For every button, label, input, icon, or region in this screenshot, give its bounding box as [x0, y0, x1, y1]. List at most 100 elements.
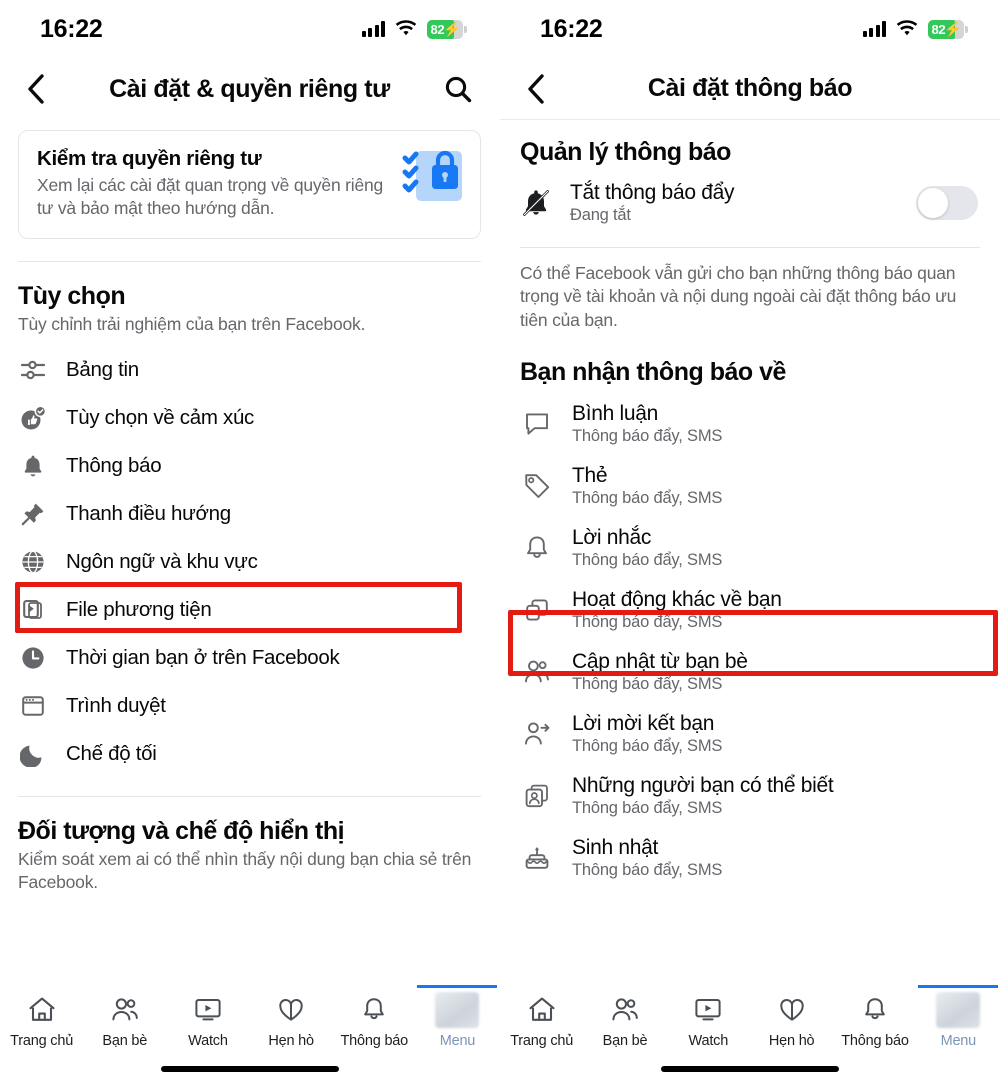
audience-title: Đối tượng và chế độ hiển thị — [18, 817, 345, 846]
dual-screenshot-container: 16:22 82 ⚡ Cài đặt & quyền riêng tư Kiểm… — [0, 0, 1000, 1082]
list-item-text: Lời nhắc Thông báo đẩy, SMS — [572, 526, 722, 570]
tab-label: Thông báo — [841, 1033, 909, 1049]
active-tab-indicator — [918, 985, 999, 988]
left-page-title: Cài đặt & quyền riêng tư — [109, 74, 390, 103]
tab-label: Bạn bè — [102, 1033, 148, 1049]
tab-home[interactable]: Trang chủ — [0, 993, 83, 1049]
tab-label: Bạn bè — [602, 1033, 648, 1049]
list-item-text: Cập nhật từ bạn bè Thông báo đẩy, SMS — [572, 650, 748, 694]
tab-menu[interactable]: Menu — [416, 985, 499, 1049]
right-nav-bar: Cài đặt thông báo — [500, 58, 1000, 120]
battery-percent-label: 82 — [430, 21, 445, 37]
tab-friends[interactable]: Bạn bè — [83, 993, 166, 1049]
sidebar-item-media-files[interactable]: File phương tiện — [0, 586, 499, 634]
preferences-title: Tùy chọn — [18, 282, 126, 311]
list-item-subtitle: Thông báo đẩy, SMS — [572, 861, 723, 880]
tab-dating[interactable]: Hẹn hò — [250, 993, 333, 1049]
mute-push-title: Tắt thông báo đẩy — [570, 181, 735, 204]
sidebar-item-notifications[interactable]: Thông báo — [0, 442, 499, 490]
wifi-icon — [395, 20, 417, 36]
search-button[interactable] — [443, 74, 473, 104]
sidebar-item-reaction-preferences[interactable]: Tùy chọn về cảm xúc — [0, 394, 499, 442]
status-time: 16:22 — [40, 14, 103, 43]
sidebar-item-language-region[interactable]: Ngôn ngữ và khu vực — [0, 538, 499, 586]
battery-charging-icon: 82 ⚡ — [928, 19, 968, 39]
mute-push-toggle[interactable] — [916, 186, 978, 220]
right-screen-notification-settings: 16:22 82 ⚡ Cài đặt thông báo Quản lý thô… — [500, 0, 1000, 1082]
sidebar-item-browser[interactable]: Trình duyệt — [0, 682, 499, 730]
tab-dating[interactable]: Hẹn hò — [750, 993, 833, 1049]
manage-notifications-title: Quản lý thông báo — [520, 138, 731, 166]
privacy-checkup-lock-icon — [402, 149, 466, 207]
status-indicators: 82 ⚡ — [862, 19, 968, 39]
birthday-cake-icon — [520, 841, 554, 875]
sidebar-item-label: Tùy chọn về cảm xúc — [66, 406, 254, 430]
bell-icon — [18, 451, 48, 481]
list-item-comments[interactable]: Bình luận Thông báo đẩy, SMS — [500, 393, 1000, 455]
list-item-other-activity[interactable]: Hoạt động khác về bạn Thông báo đẩy, SMS — [500, 579, 1000, 641]
tab-friends[interactable]: Bạn bè — [583, 993, 666, 1049]
tab-label: Trang chủ — [510, 1033, 574, 1049]
privacy-checkup-text: Kiểm tra quyền riêng tư Xem lại các cài … — [37, 147, 392, 220]
cellular-signal-icon — [862, 21, 886, 37]
tab-notifications[interactable]: Thông báo — [333, 993, 416, 1049]
manage-notifications-note: Có thể Facebook vẫn gửi cho bạn những th… — [520, 263, 957, 330]
sidebar-item-label: Ngôn ngữ và khu vực — [66, 550, 258, 574]
tab-watch[interactable]: Watch — [166, 993, 249, 1049]
list-item-reminders[interactable]: Lời nhắc Thông báo đẩy, SMS — [500, 517, 1000, 579]
tab-home[interactable]: Trang chủ — [500, 993, 583, 1049]
browser-window-icon — [18, 691, 48, 721]
left-scroll-body: Kiểm tra quyền riêng tư Xem lại các cài … — [0, 120, 499, 985]
sidebar-item-time-on-facebook[interactable]: Thời gian bạn ở trên Facebook — [0, 634, 499, 682]
list-item-subtitle: Thông báo đẩy, SMS — [572, 489, 723, 508]
home-indicator-bar — [160, 1066, 339, 1072]
bell-icon — [359, 993, 389, 1027]
sidebar-item-label: Chế độ tối — [66, 742, 157, 766]
mute-push-notifications-row[interactable]: Tắt thông báo đẩy Đang tắt — [500, 167, 1000, 239]
tab-label: Hẹn hò — [768, 1033, 815, 1049]
list-item-title: Lời mời kết bạn — [572, 712, 715, 736]
list-item-friend-requests[interactable]: Lời mời kết bạn Thông báo đẩy, SMS — [500, 703, 1000, 765]
list-item-text: Hoạt động khác về bạn Thông báo đẩy, SMS — [572, 588, 782, 632]
list-item-title: Bình luận — [572, 402, 659, 426]
list-item-birthdays[interactable]: Sinh nhật Thông báo đẩy, SMS — [500, 827, 1000, 889]
thumbs-up-reaction-icon — [18, 403, 48, 433]
cellular-signal-icon — [361, 21, 385, 37]
list-item-subtitle: Thông báo đẩy, SMS — [572, 613, 723, 632]
tab-notifications[interactable]: Thông báo — [833, 993, 916, 1049]
sidebar-item-label: Thông báo — [66, 454, 162, 478]
sidebar-item-label: Bảng tin — [66, 358, 139, 382]
dating-hearts-icon — [777, 993, 807, 1027]
toggle-knob — [918, 188, 948, 218]
privacy-checkup-card[interactable]: Kiểm tra quyền riêng tư Xem lại các cài … — [18, 130, 481, 240]
bell-off-icon — [520, 187, 552, 219]
list-item-text: Những người bạn có thể biết Thông báo đẩ… — [572, 774, 834, 818]
status-bar-right: 16:22 82 ⚡ — [500, 0, 1000, 58]
friends-icon — [110, 993, 140, 1027]
person-add-icon — [520, 717, 554, 751]
list-item-tags[interactable]: Thẻ Thông báo đẩy, SMS — [500, 455, 1000, 517]
list-item-title: Thẻ — [572, 464, 608, 488]
list-item-title: Lời nhắc — [572, 526, 652, 550]
mute-push-subtitle: Đang tắt — [570, 206, 631, 224]
list-item-title: Cập nhật từ bạn bè — [572, 650, 748, 674]
list-item-subtitle: Thông báo đẩy, SMS — [572, 799, 723, 818]
sliders-icon — [18, 355, 48, 385]
back-button-right[interactable] — [526, 69, 560, 109]
tab-label: Trang chủ — [10, 1033, 74, 1049]
list-item-subtitle: Thông báo đẩy, SMS — [572, 737, 723, 756]
tab-label: Watch — [188, 1033, 228, 1049]
tab-menu[interactable]: Menu — [917, 985, 1000, 1049]
preferences-list: Bảng tin Tùy chọn về cảm xúc Thông báo T… — [0, 336, 499, 778]
list-item-people-you-may-know[interactable]: Những người bạn có thể biết Thông báo đẩ… — [500, 765, 1000, 827]
sidebar-item-navigation-bar[interactable]: Thanh điều hướng — [0, 490, 499, 538]
sidebar-item-news-feed[interactable]: Bảng tin — [0, 346, 499, 394]
charging-bolt-icon: ⚡ — [944, 20, 962, 37]
charging-bolt-icon: ⚡ — [443, 20, 461, 37]
sidebar-item-dark-mode[interactable]: Chế độ tối — [0, 730, 499, 778]
preferences-subtitle: Tùy chỉnh trải nghiệm của bạn trên Faceb… — [18, 314, 366, 335]
media-play-icon — [18, 595, 48, 625]
back-button-left[interactable] — [26, 69, 60, 109]
tab-watch[interactable]: Watch — [667, 993, 750, 1049]
list-item-friend-updates[interactable]: Cập nhật từ bạn bè Thông báo đẩy, SMS — [500, 641, 1000, 703]
